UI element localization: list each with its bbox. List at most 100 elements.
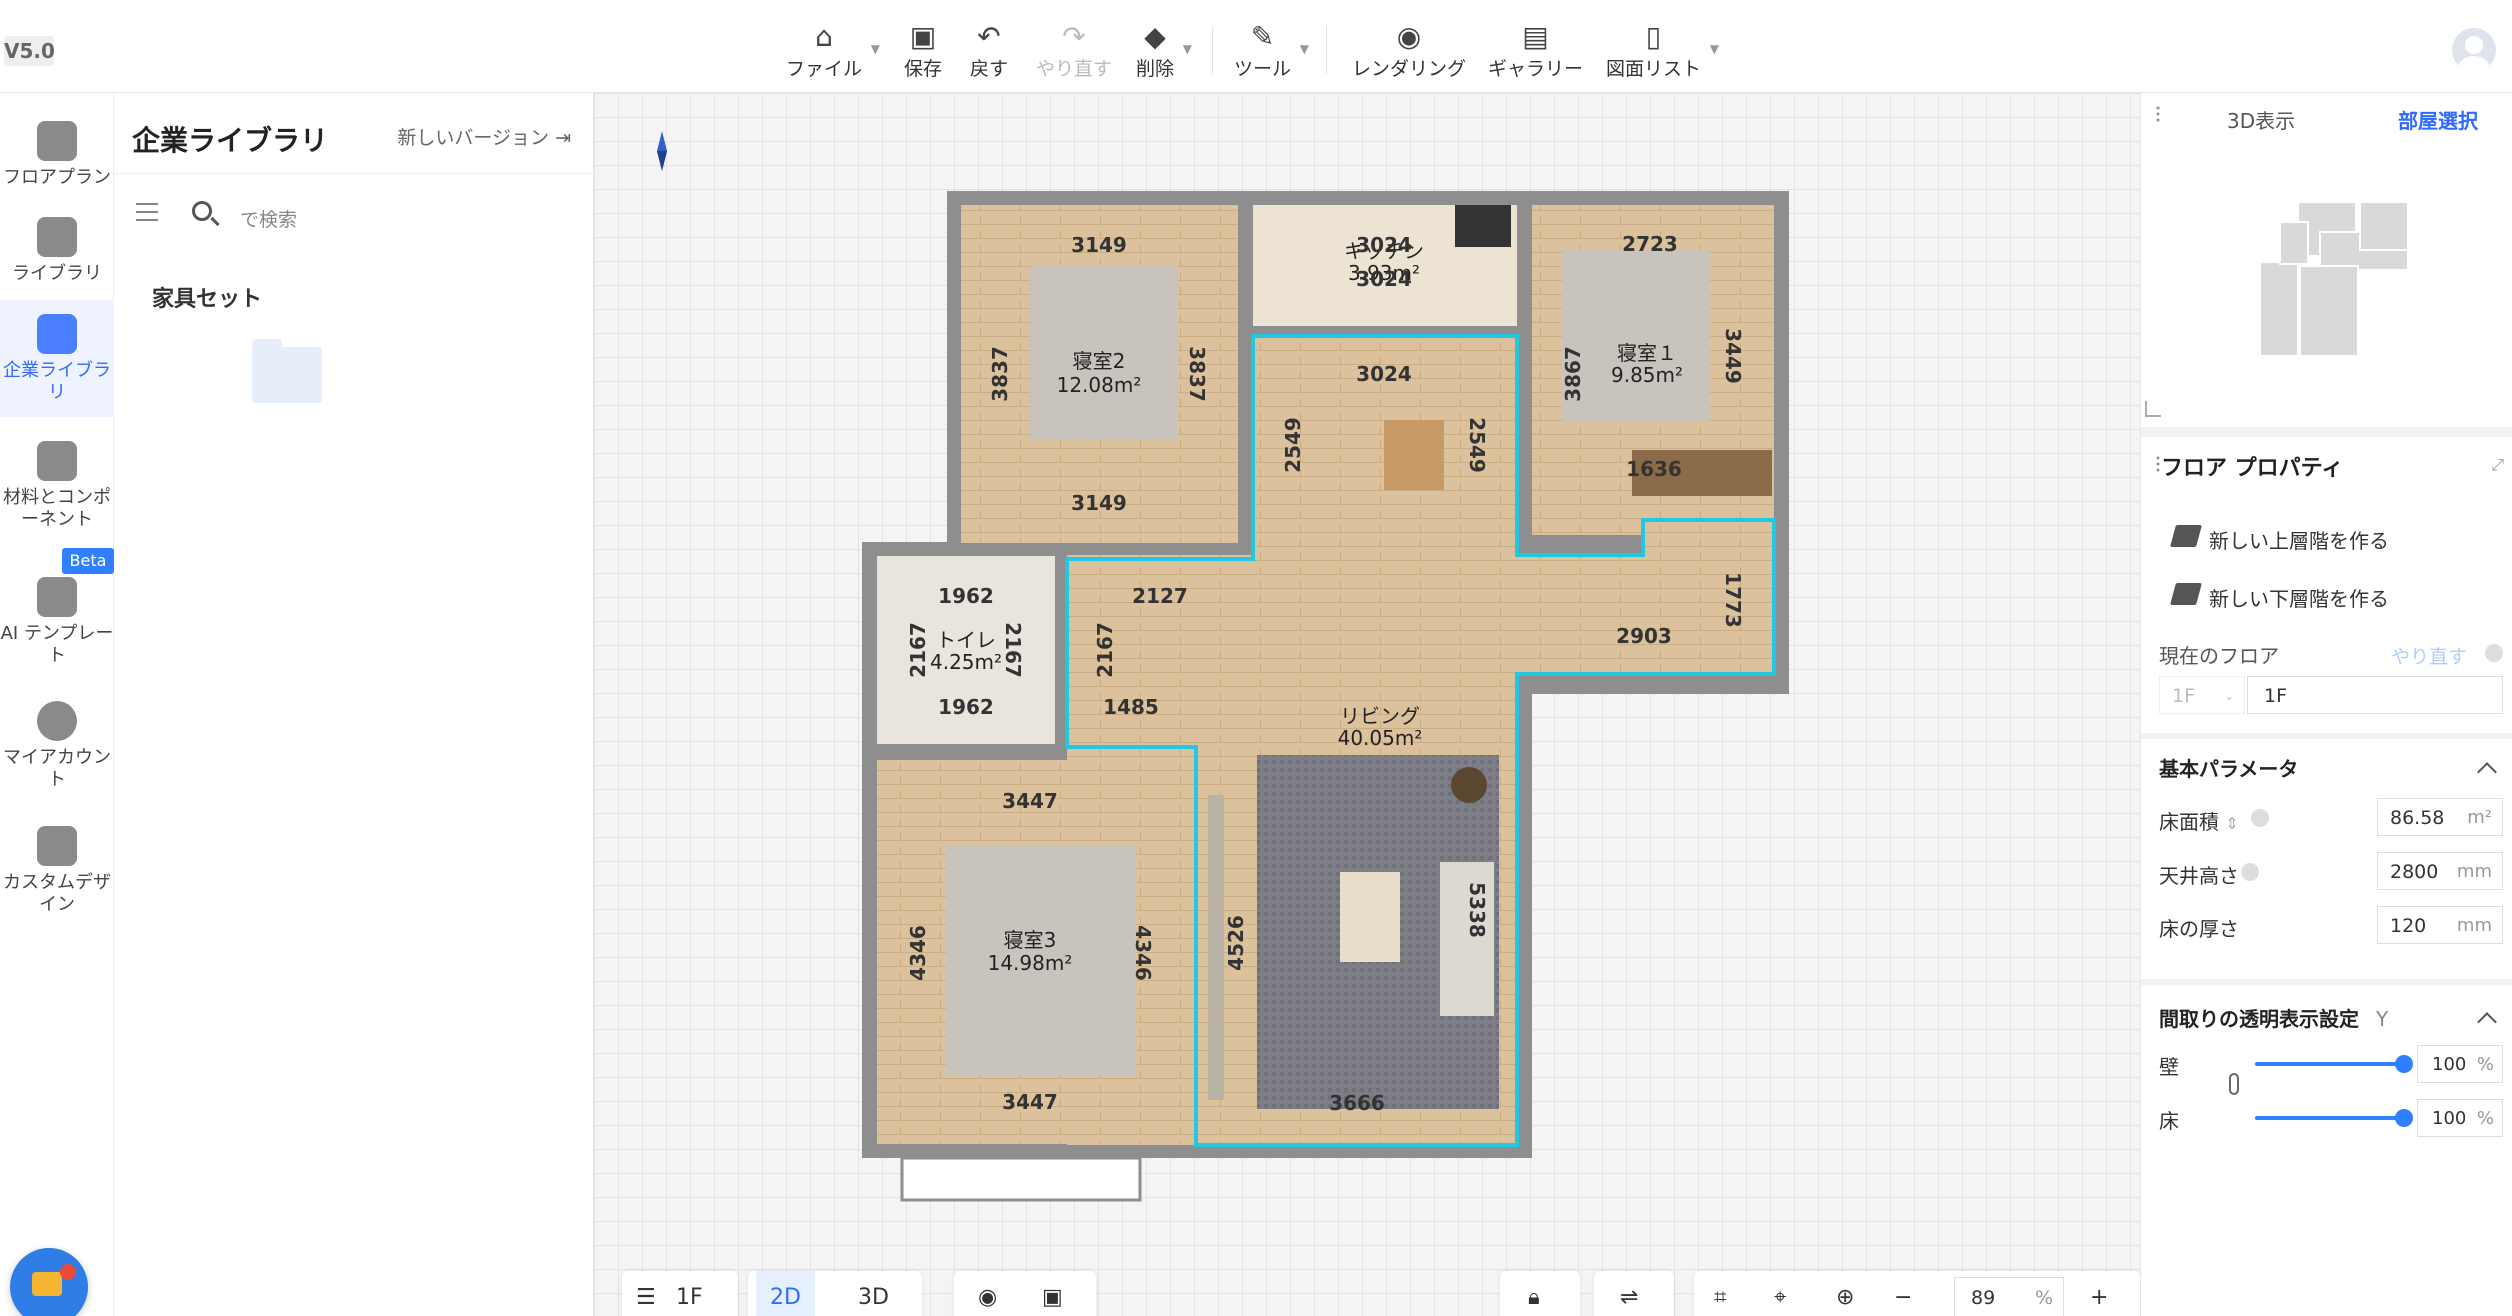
redo-link[interactable]: やり直す [2391,642,2467,669]
rail-item-custom-design[interactable]: カスタムデザイン [0,818,114,928]
document-icon: ▯ [1645,20,1662,53]
room-area: 12.08m² [1057,373,1142,397]
cube-icon[interactable]: ▣ [1042,1271,1063,1316]
floor-area-input[interactable]: 86.58 m² [2377,798,2503,836]
new-lower-floor-button[interactable]: 新しい下層階を作る [2170,583,2389,612]
chevron-up-icon[interactable] [2477,762,2497,782]
version-badge: V5.0 [4,36,55,66]
search-input[interactable]: で検索 [240,205,297,232]
floorplan-canvas[interactable]: 寝室2 12.08m² キッチン 3.93m² 寝室１ 9.85m² トイレ 4… [594,93,2140,1316]
floor-thickness-input[interactable]: 120 mm [2377,906,2503,944]
room-name: 寝室2 [1073,349,1126,373]
save-button[interactable]: ▣ 保存 [904,20,942,81]
room-area: 9.85m² [1611,363,1683,387]
add-view-icon[interactable]: ⊕ [1836,1271,1854,1316]
library-panel: 企業ライブラリ 新しいバージョン ⇥ で検索 家具セット [114,93,594,1316]
toolbar-divider [1326,26,1327,74]
wall-opacity-slider[interactable] [2255,1055,2413,1073]
basic-params-title: 基本パラメータ [2159,757,2299,781]
room-area: 40.05m² [1338,726,1423,750]
zoom-input[interactable]: 89 % [1954,1277,2064,1316]
zoom-value: 89 [1971,1287,1996,1309]
dimension-label: 4346 [1131,925,1155,981]
tab-room-select[interactable]: 部屋選択 [2398,105,2478,134]
wall-opacity-input[interactable]: 100 % [2417,1045,2503,1083]
zoom-out-button[interactable]: − [1894,1271,1912,1316]
floor-select[interactable]: 1F ⌄ [2159,676,2245,714]
file-menu-button[interactable]: ⌂ ファイル ▼ [786,20,880,81]
room-area: 4.25m² [930,650,1002,674]
panel-divider [2141,427,2512,437]
dimension-label: 4346 [906,925,930,981]
redo-button[interactable]: ↷ やり直す [1036,20,1112,81]
rail-item-library[interactable]: ライブラリ [0,209,114,299]
rail-item-floorplan[interactable]: フロアプラン [0,113,114,203]
mode-3d-button[interactable]: 3D [858,1271,889,1316]
sort-icon: ⇕ [2225,814,2239,833]
delete-button[interactable]: ◆ 削除 ▼ [1136,20,1192,81]
rendering-label: レンダリング [1352,58,1467,80]
chevron-up-icon[interactable] [2477,1012,2497,1032]
rail-item-enterprise-library[interactable]: 企業ライブラリ [0,300,114,417]
floor-plan[interactable]: 寝室2 12.08m² キッチン 3.93m² 寝室１ 9.85m² トイレ 4… [594,93,2140,1316]
drag-handle-icon[interactable] [2155,105,2161,123]
rail-item-my-account[interactable]: マイアカウント [0,693,114,803]
floor-area-text: 床面積 [2159,810,2219,834]
chat-support-button[interactable] [10,1248,88,1316]
search-icon[interactable] [192,201,212,221]
floor-opacity-slider[interactable] [2255,1109,2413,1127]
wall-opacity-value: 100 [2432,1054,2467,1075]
cabinet-icon [37,826,77,866]
link-icon[interactable] [2229,1073,2239,1095]
list-view-icon[interactable] [136,203,158,221]
rail-item-materials[interactable]: 材料とコンポーネント [0,433,114,543]
drawing-list-button[interactable]: ▯ 図面リスト ▼ [1606,20,1719,81]
minimap[interactable] [2259,201,2409,357]
floor-thickness-label: 床の厚さ [2159,917,2239,941]
expand-icon[interactable]: ⤢ [2491,455,2504,475]
rendering-button[interactable]: ◉ レンダリング [1352,20,1466,81]
wrench-icon: ✎ [1250,20,1275,53]
rail-item-label: 企業ライブラリ [3,360,111,403]
dimension-label: 3149 [1071,233,1127,257]
tab-3d-view[interactable]: 3D表示 [2227,105,2295,134]
eye-icon[interactable]: ◉ [978,1271,997,1316]
floor-name-input[interactable]: 1F [2247,676,2503,714]
dimension-label: 1773 [1721,572,1745,628]
floor-switcher[interactable]: ☰ 1F [622,1271,738,1316]
ceiling-height-input[interactable]: 2800 mm [2377,852,2503,890]
thickness-value: 120 [2390,915,2427,937]
new-version-link[interactable]: 新しいバージョン ⇥ [397,123,571,150]
new-upper-floor-button[interactable]: 新しい上層階を作る [2170,525,2389,554]
screenshot-icon[interactable]: ⌗ [1714,1271,1726,1316]
gallery-button[interactable]: ▤ ギャラリー [1488,20,1583,81]
user-avatar[interactable] [2452,28,2496,72]
current-floor-label: 現在のフロア [2159,644,2279,668]
notification-dot [60,1264,76,1280]
crown-icon [37,314,77,354]
dimension-label: 2167 [906,622,930,678]
zoom-in-button[interactable]: + [2090,1271,2108,1316]
panel-divider [2141,979,2512,985]
lock-control: 🔒︎ [1500,1271,1580,1316]
mode-2d-button[interactable]: 2D [756,1271,815,1316]
undo-button[interactable]: ↶ 戻す [970,20,1008,81]
user-icon [37,701,77,741]
floor-opacity-input[interactable]: 100 % [2417,1099,2503,1137]
dimension-label: 1962 [938,695,994,719]
toggle-icon[interactable]: ⇌ [1620,1271,1638,1316]
file-label: ファイル [786,58,863,80]
chevron-down-icon: ▼ [1709,42,1720,56]
eraser-icon: ◆ [1144,20,1166,53]
home-icon: ⌂ [815,20,833,53]
right-panel: 3D表示 部屋選択 フロア プロパティ ⤢ 新しい上層階を作る 新しい下層階を作… [2140,93,2512,1316]
floorplan-icon [37,121,77,161]
lock-icon[interactable]: 🔒︎ [1528,1271,1540,1316]
tools-menu-button[interactable]: ✎ ツール ▼ [1234,20,1309,81]
resize-handle-icon[interactable] [2145,401,2161,417]
furniture-set-heading: 家具セット [152,287,263,312]
floor-area-label: 床面積 ⇕ [2159,806,2239,835]
rail-item-ai-template[interactable]: AI テンプレート [0,569,114,679]
fit-view-icon[interactable]: ⌖ [1774,1271,1786,1316]
folder-icon[interactable] [252,339,322,403]
